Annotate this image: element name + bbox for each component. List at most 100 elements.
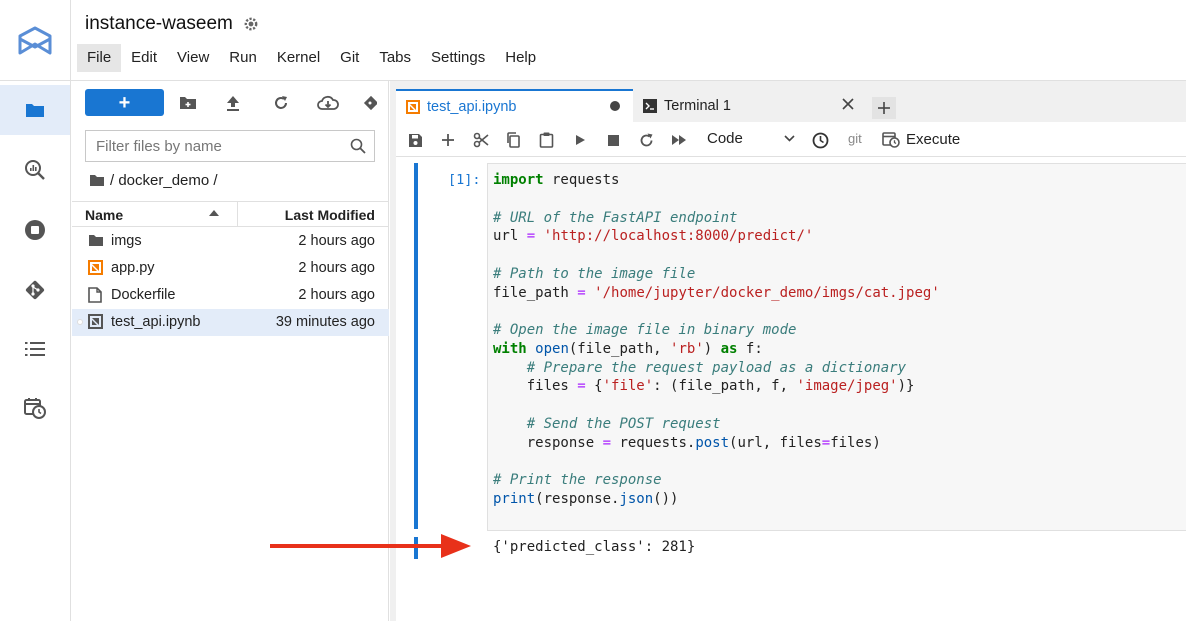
clock-icon — [812, 132, 828, 148]
notebook-icon — [406, 99, 420, 114]
gear-icon[interactable] — [243, 16, 259, 32]
sort-ascending-icon — [209, 210, 219, 216]
column-name[interactable]: Name — [85, 207, 123, 223]
restart-icon — [640, 133, 652, 146]
chevron-down-icon[interactable] — [784, 135, 795, 142]
insert-cell-button[interactable] — [438, 130, 458, 150]
tab-test-api-notebook[interactable]: test_api.ipynb — [396, 89, 633, 122]
restart-button[interactable] — [636, 130, 656, 150]
file-row-test-api[interactable]: test_api.ipynb 39 minutes ago — [72, 309, 389, 336]
restart-run-all-button[interactable] — [669, 130, 689, 150]
save-button[interactable] — [405, 130, 425, 150]
run-button[interactable] — [570, 130, 590, 150]
git-diff-button[interactable]: git — [848, 131, 862, 146]
file-browser-toolbar: + — [72, 89, 389, 119]
column-divider[interactable] — [237, 202, 238, 227]
menu-git[interactable]: Git — [330, 44, 369, 72]
notebook-toolbar: Code git Execute — [396, 122, 1186, 157]
active-cell-indicator[interactable] — [414, 163, 418, 529]
git-tab[interactable] — [0, 265, 70, 315]
menu-view[interactable]: View — [167, 44, 219, 72]
tab-bar: test_api.ipynb Terminal 1 — [390, 81, 1186, 122]
cell-output: {'predicted_class': 281} — [493, 539, 696, 555]
calendar-clock-icon — [882, 132, 900, 148]
menu-tabs[interactable]: Tabs — [369, 44, 421, 72]
instance-title: instance-waseem — [85, 13, 233, 34]
new-folder-icon — [180, 97, 196, 109]
search-icon — [350, 138, 366, 154]
scheduler-tab[interactable] — [0, 383, 70, 433]
terminal-icon — [643, 98, 657, 113]
list-icon — [25, 342, 45, 356]
jupyterlab-window: instance-waseem File Edit View Run Kerne… — [0, 0, 1186, 621]
clipboard-icon — [539, 132, 553, 148]
plus-icon — [442, 134, 454, 146]
file-modified: 2 hours ago — [298, 233, 375, 249]
paste-button[interactable] — [536, 130, 556, 150]
column-last-modified[interactable]: Last Modified — [285, 207, 375, 223]
page-title: instance-waseem — [85, 13, 259, 35]
breadcrumb-path[interactable]: / docker_demo / — [110, 172, 218, 189]
new-launcher-button[interactable]: + — [85, 89, 164, 116]
cut-button[interactable] — [471, 130, 491, 150]
menu-file[interactable]: File — [77, 44, 122, 72]
toc-tab[interactable] — [0, 324, 70, 374]
copy-button[interactable] — [503, 130, 523, 150]
git-clone-icon — [363, 95, 377, 111]
cell-type-select[interactable]: Code — [707, 130, 743, 147]
cloud-download-button[interactable] — [316, 93, 340, 113]
breadcrumb: / docker_demo / — [89, 172, 218, 189]
code-content[interactable]: import requests # URL of the FastAPI end… — [493, 171, 940, 509]
file-row-dockerfile[interactable]: Dockerfile 2 hours ago — [72, 282, 389, 309]
filter-input[interactable] — [96, 137, 346, 155]
file-name: Dockerfile — [111, 287, 176, 303]
tab-label: Terminal 1 — [664, 97, 731, 114]
notebook-icon — [88, 314, 103, 329]
git-clone-button[interactable] — [360, 93, 380, 113]
running-indicator — [77, 319, 83, 325]
add-tab-button[interactable] — [872, 97, 896, 119]
refresh-icon — [275, 96, 287, 109]
execute-label: Execute — [906, 130, 961, 148]
search-chart-icon — [25, 160, 45, 180]
stop-circle-icon — [25, 220, 45, 240]
notebook-body: [1]: import requests # URL of the FastAP… — [396, 157, 1186, 621]
tab-terminal[interactable]: Terminal 1 — [633, 89, 866, 122]
folder-icon — [89, 235, 103, 246]
new-launcher-label: + — [118, 91, 131, 114]
menu-kernel[interactable]: Kernel — [267, 44, 330, 72]
new-folder-button[interactable] — [178, 93, 198, 113]
file-browser-tab[interactable] — [0, 85, 70, 135]
top-header: instance-waseem File Edit View Run Kerne… — [0, 0, 1186, 81]
menu-help[interactable]: Help — [495, 44, 546, 72]
file-modified: 39 minutes ago — [275, 314, 375, 330]
menu-settings[interactable]: Settings — [421, 44, 495, 72]
file-name: test_api.ipynb — [111, 314, 201, 330]
folder-icon[interactable] — [89, 174, 105, 187]
cloud-download-icon — [317, 95, 339, 110]
activity-bar — [0, 81, 71, 621]
plus-icon — [878, 102, 890, 114]
file-modified: 2 hours ago — [298, 287, 375, 303]
menu-bar: File Edit View Run Kernel Git Tabs Setti… — [77, 44, 546, 72]
menu-run[interactable]: Run — [219, 44, 267, 72]
unsaved-dot-icon[interactable] — [609, 100, 621, 112]
file-icon — [88, 287, 102, 303]
file-name: app.py — [111, 260, 155, 276]
inspector-tab[interactable] — [0, 145, 70, 195]
refresh-button[interactable] — [271, 93, 291, 113]
menu-edit[interactable]: Edit — [121, 44, 167, 72]
app-logo — [0, 0, 71, 81]
upload-button[interactable] — [223, 93, 243, 113]
timer-button[interactable] — [810, 130, 830, 150]
file-row-imgs[interactable]: imgs 2 hours ago — [72, 228, 389, 255]
python-file-icon — [88, 260, 103, 275]
file-list-header: Name Last Modified — [72, 201, 389, 227]
calendar-clock-icon — [24, 398, 46, 419]
close-icon[interactable] — [842, 98, 854, 110]
file-row-app-py[interactable]: app.py 2 hours ago — [72, 255, 389, 282]
execute-button[interactable]: Execute — [882, 130, 960, 148]
interrupt-button[interactable] — [603, 130, 623, 150]
play-icon — [576, 135, 585, 145]
running-kernels-tab[interactable] — [0, 205, 70, 255]
